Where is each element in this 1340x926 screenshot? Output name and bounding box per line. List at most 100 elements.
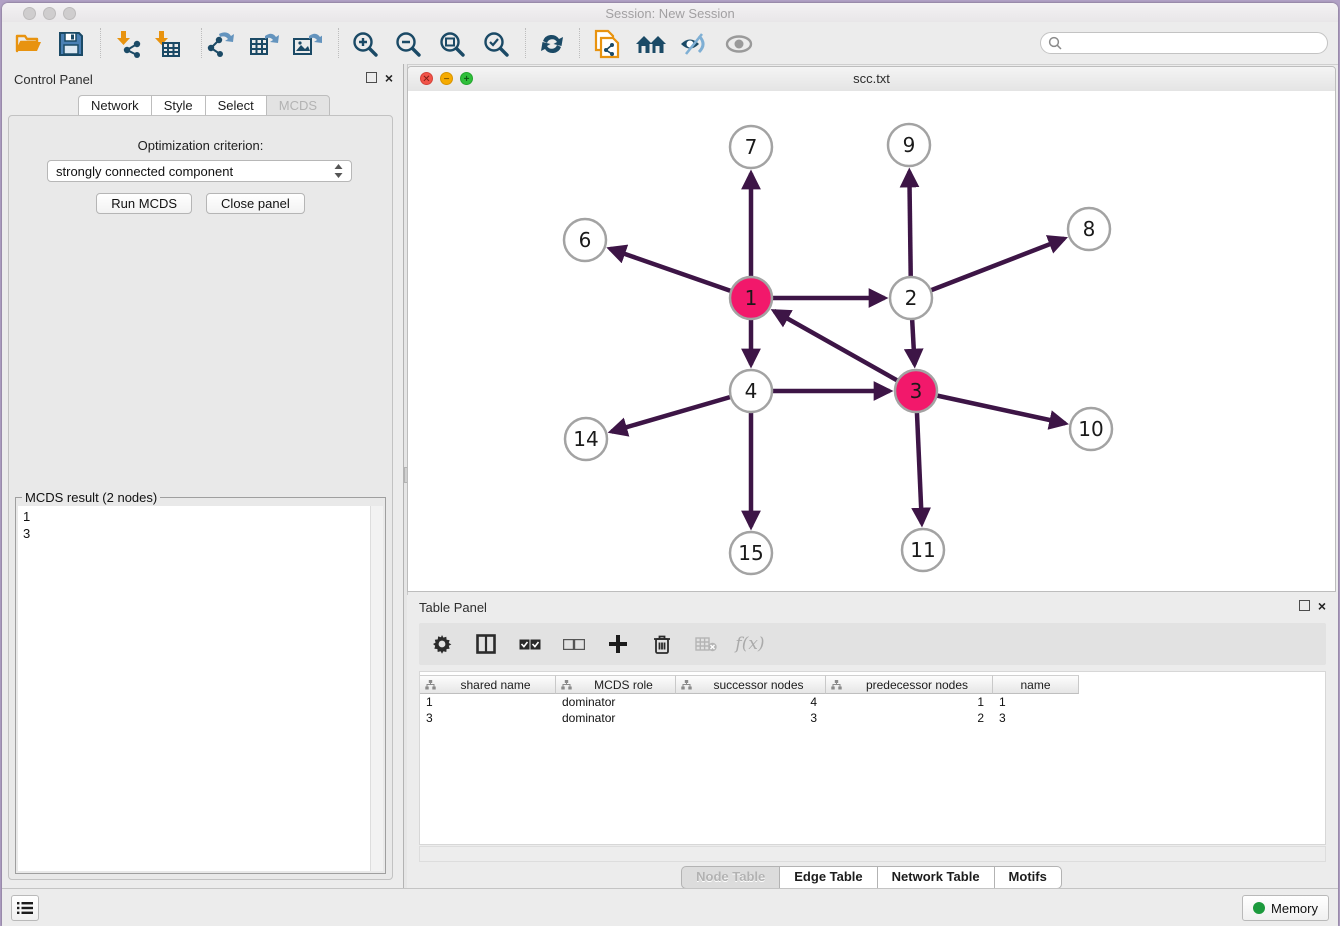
graph-node-label: 7 (745, 135, 758, 159)
control-tab-style[interactable]: Style (151, 95, 205, 116)
network-window-titlebar: ✕ − + scc.txt (408, 67, 1335, 92)
select-spinner-icon (334, 164, 343, 178)
zoom-fit-icon[interactable] (436, 28, 468, 60)
mcds-result-group: MCDS result (2 nodes) 1 3 (15, 497, 386, 874)
table-tab-network-table[interactable]: Network Table (877, 866, 994, 889)
select-all-columns-icon[interactable] (517, 631, 543, 657)
save-session-icon[interactable] (55, 28, 87, 60)
import-network-icon[interactable] (114, 28, 146, 60)
control-tab-select[interactable]: Select (205, 95, 266, 116)
mcds-result-area[interactable]: 1 3 (18, 506, 383, 871)
edge-3-10[interactable] (916, 391, 1065, 423)
control-panel: Control Panel × NetworkStyleSelectMCDS O… (2, 64, 403, 889)
run-mcds-button[interactable]: Run MCDS (96, 193, 192, 214)
table-tab-motifs[interactable]: Motifs (994, 866, 1062, 889)
main-toolbar (2, 22, 1338, 65)
memory-button[interactable]: Memory (1242, 895, 1329, 921)
table-tab-node-table[interactable]: Node Table (681, 866, 779, 889)
control-panel-tabs: NetworkStyleSelectMCDS (78, 95, 330, 116)
table-header-row: shared nameMCDS role successor nodes prede… (420, 675, 1079, 694)
memory-label: Memory (1271, 901, 1318, 916)
edge-3-1[interactable] (774, 311, 916, 391)
control-tab-network[interactable]: Network (78, 95, 151, 116)
toolbar-separator (100, 28, 102, 58)
column-header-successor-nodes[interactable]: successor nodes (676, 675, 826, 694)
refresh-network-icon[interactable] (536, 28, 568, 60)
function-builder-icon: f(x) (737, 631, 763, 657)
criterion-select[interactable]: strongly connected component (47, 160, 352, 182)
float-panel-icon[interactable] (366, 72, 377, 83)
table-cell[interactable]: 3 (993, 710, 1079, 726)
table-cell[interactable]: 2 (826, 710, 993, 726)
search-icon (1048, 36, 1062, 50)
import-table-icon[interactable] (152, 28, 184, 60)
table-cell[interactable]: 1 (993, 694, 1079, 710)
add-column-icon[interactable] (605, 631, 631, 657)
hide-details-eye-icon[interactable] (678, 28, 710, 60)
delete-table-icon (693, 631, 719, 657)
table-cell[interactable]: 3 (676, 710, 826, 726)
search-box[interactable] (1040, 32, 1328, 54)
show-details-eye-icon[interactable] (723, 28, 755, 60)
column-header-shared-name[interactable]: shared name (420, 675, 556, 694)
edge-2-8[interactable] (911, 239, 1064, 298)
column-header-predecessor-nodes[interactable]: predecessor nodes (826, 675, 993, 694)
column-header-name[interactable]: name (993, 675, 1079, 694)
column-header-label: shared name (436, 678, 555, 692)
table-cell[interactable]: 1 (420, 694, 556, 710)
table-row[interactable]: 3dominator323 (420, 710, 1079, 726)
network-canvas[interactable]: 1234678910111415 (408, 91, 1335, 591)
table-hscrollbar[interactable] (419, 846, 1326, 862)
show-columns-icon[interactable] (473, 631, 499, 657)
network-title: scc.txt (408, 71, 1335, 86)
network-graph[interactable]: 1234678910111415 (408, 91, 1335, 591)
settings-gear-icon[interactable] (429, 631, 455, 657)
column-header-label: successor nodes (692, 678, 825, 692)
table-cell[interactable]: dominator (556, 694, 676, 710)
zoom-selected-icon[interactable] (480, 28, 512, 60)
result-scrollbar[interactable] (370, 506, 383, 871)
table-cell[interactable]: 3 (420, 710, 556, 726)
graph-node-label: 6 (579, 228, 592, 252)
edge-1-6[interactable] (610, 249, 751, 298)
mcds-panel: Optimization criterion: strongly connect… (8, 115, 393, 880)
export-table-icon[interactable] (248, 28, 280, 60)
criterion-value: strongly connected component (56, 164, 233, 179)
table-cell[interactable]: 1 (826, 694, 993, 710)
graph-node-label: 11 (910, 538, 935, 562)
memory-status-dot (1253, 902, 1265, 914)
column-header-label: predecessor nodes (842, 678, 992, 692)
graph-node-label: 9 (903, 133, 916, 157)
control-tab-mcds[interactable]: MCDS (266, 95, 330, 116)
zoom-in-icon[interactable] (349, 28, 381, 60)
export-network-icon[interactable] (205, 28, 237, 60)
table-row[interactable]: 1dominator411 (420, 694, 1079, 710)
mcds-result-text: 1 3 (23, 508, 30, 542)
close-panel-icon[interactable]: × (385, 73, 393, 83)
export-image-icon[interactable] (291, 28, 323, 60)
clone-network-icon[interactable] (591, 28, 623, 60)
table-cell[interactable]: 4 (676, 694, 826, 710)
graph-node-label: 8 (1083, 217, 1096, 241)
task-history-button[interactable] (11, 895, 39, 921)
search-input[interactable] (1066, 35, 1327, 51)
graph-node-label: 10 (1078, 417, 1103, 441)
column-header-MCDS-role[interactable]: MCDS role (556, 675, 676, 694)
toolbar-separator (579, 28, 581, 58)
close-panel-button[interactable]: Close panel (206, 193, 305, 214)
table-panel-title: Table Panel (419, 600, 487, 615)
delete-columns-icon[interactable] (649, 631, 675, 657)
table-cell[interactable]: dominator (556, 710, 676, 726)
unselect-all-columns-icon[interactable] (561, 631, 587, 657)
close-panel-icon[interactable]: × (1318, 601, 1326, 611)
zoom-out-icon[interactable] (392, 28, 424, 60)
node-table[interactable]: shared nameMCDS role successor nodes prede… (419, 671, 1326, 845)
app-window: Session: New Session (2, 3, 1338, 926)
column-type-icon (425, 680, 436, 690)
optimization-criterion-label: Optimization criterion: (9, 138, 392, 153)
float-panel-icon[interactable] (1299, 600, 1310, 611)
open-session-icon[interactable] (13, 28, 45, 60)
table-tab-edge-table[interactable]: Edge Table (779, 866, 876, 889)
home-icon[interactable] (635, 28, 667, 60)
column-type-icon (681, 680, 692, 690)
